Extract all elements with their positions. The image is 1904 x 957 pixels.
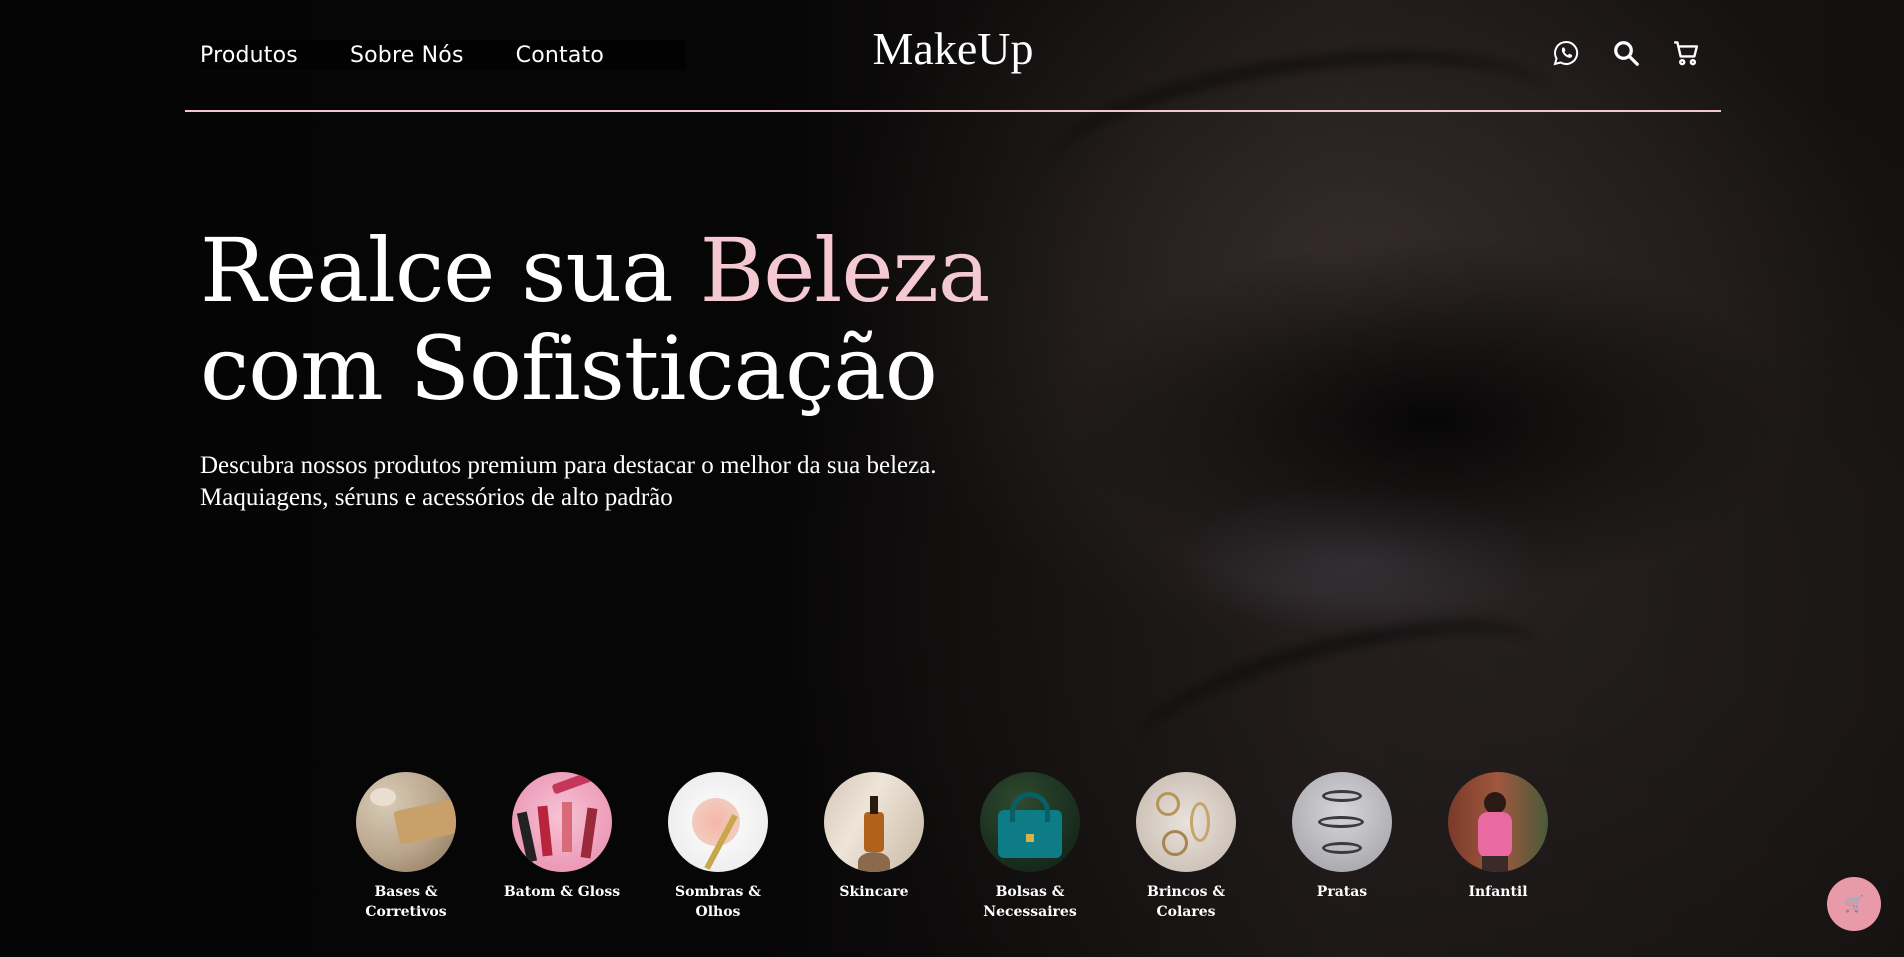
- category-label: Infantil: [1468, 884, 1528, 900]
- site-logo[interactable]: MakeUp: [873, 22, 1034, 75]
- category-batom[interactable]: Batom & Gloss: [504, 772, 620, 922]
- category-brincos[interactable]: Brincos & Colares: [1136, 772, 1236, 922]
- category-image-brincos: [1136, 772, 1236, 872]
- hero-subtext: Descubra nossos produtos premium para de…: [200, 452, 937, 511]
- hero-headline: Realce sua Beleza com Sofisticação: [200, 219, 991, 420]
- category-image-bolsas: [980, 772, 1080, 872]
- category-label: Bolsas & Necessaires: [983, 884, 1077, 920]
- cart-icon[interactable]: [1671, 38, 1701, 68]
- header-icons: [1551, 38, 1701, 68]
- category-label: Bases & Corretivos: [365, 884, 447, 920]
- category-image-skincare: [824, 772, 924, 872]
- floating-cart-button[interactable]: 🛒: [1827, 877, 1881, 931]
- headline-text: Realce sua: [200, 219, 700, 322]
- category-image-bases: [356, 772, 456, 872]
- category-label: Sombras & Olhos: [675, 884, 761, 920]
- category-skincare[interactable]: Skincare: [824, 772, 924, 922]
- category-label: Batom & Gloss: [503, 884, 621, 900]
- category-list: Bases & Corretivos Batom & Gloss Sombras…: [356, 772, 1548, 922]
- category-pratas[interactable]: Pratas: [1292, 772, 1392, 922]
- category-image-sombras: [668, 772, 768, 872]
- search-icon[interactable]: [1611, 38, 1641, 68]
- category-label: Skincare: [839, 884, 909, 900]
- category-label: Brincos & Colares: [1147, 884, 1225, 920]
- category-image-infantil: [1448, 772, 1548, 872]
- cart-emoji-icon: 🛒: [1844, 896, 1864, 913]
- category-infantil[interactable]: Infantil: [1448, 772, 1548, 922]
- logo-wrapper: MakeUp: [185, 22, 1721, 75]
- category-image-batom: [512, 772, 612, 872]
- category-bolsas[interactable]: Bolsas & Necessaires: [980, 772, 1080, 922]
- site-header: Produtos Sobre Nós Contato MakeUp: [185, 0, 1721, 112]
- category-bases[interactable]: Bases & Corretivos: [356, 772, 456, 922]
- headline-accent: Beleza: [699, 219, 991, 322]
- category-label: Pratas: [1316, 884, 1368, 900]
- whatsapp-icon[interactable]: [1551, 38, 1581, 68]
- category-image-pratas: [1292, 772, 1392, 872]
- headline-line2: com Sofisticação: [200, 317, 938, 420]
- category-sombras[interactable]: Sombras & Olhos: [668, 772, 768, 922]
